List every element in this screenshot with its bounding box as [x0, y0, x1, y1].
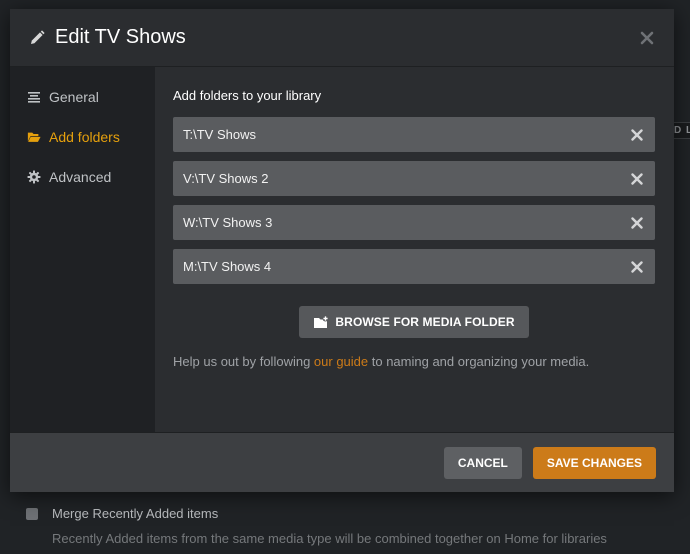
pencil-icon [28, 29, 46, 47]
browse-button-label: BROWSE FOR MEDIA FOLDER [335, 315, 515, 329]
section-heading: Add folders to your library [173, 88, 322, 103]
sidebar-item-label: Add folders [49, 129, 120, 145]
merge-description: Recently Added items from the same media… [52, 531, 607, 546]
gear-icon [27, 170, 41, 184]
list-icon [27, 90, 41, 104]
folder-path-input[interactable] [183, 127, 631, 142]
remove-folder-icon[interactable] [631, 172, 643, 185]
help-text-before: Help us out by following [173, 354, 314, 369]
folder-open-icon [27, 130, 41, 144]
folder-row [173, 205, 655, 240]
add-folders-panel: Add folders to your library T:\TV Shows … [155, 67, 674, 432]
edit-library-modal: Edit TV Shows General Add folders Advanc… [10, 9, 674, 492]
merge-checkbox[interactable] [26, 507, 38, 520]
sidebar: General Add folders Advanced [10, 67, 155, 432]
sidebar-item-general[interactable]: General [10, 77, 155, 117]
folder-path-input[interactable] [183, 215, 631, 230]
modal-title: Edit TV Shows [55, 26, 186, 48]
sidebar-item-add-folders[interactable]: Add folders [10, 117, 155, 157]
guide-link[interactable]: our guide [314, 354, 368, 369]
modal-footer: CANCEL SAVE CHANGES [10, 432, 674, 492]
remove-folder-icon[interactable] [631, 216, 643, 229]
folder-row [173, 161, 655, 196]
remove-folder-icon[interactable] [631, 128, 643, 141]
modal-header: Edit TV Shows [10, 9, 674, 67]
modal-body: General Add folders Advanced Add folders… [10, 67, 674, 432]
folder-row [173, 249, 655, 284]
browse-media-folder-button[interactable]: BROWSE FOR MEDIA FOLDER [299, 306, 529, 338]
sidebar-item-label: General [49, 89, 99, 105]
sidebar-item-advanced[interactable]: Advanced [10, 157, 155, 197]
close-icon[interactable] [640, 31, 654, 45]
folder-row [173, 117, 655, 152]
folder-add-icon [313, 315, 329, 329]
folder-path-input[interactable] [183, 171, 631, 186]
help-text: Help us out by following our guide to na… [173, 354, 656, 369]
sidebar-item-label: Advanced [49, 169, 112, 185]
merge-recently-added-option[interactable]: Merge Recently Added items [26, 506, 218, 521]
merge-label: Merge Recently Added items [52, 506, 219, 521]
save-changes-button[interactable]: SAVE CHANGES [532, 446, 656, 479]
browse-wrapper: BROWSE FOR MEDIA FOLDER [173, 306, 655, 338]
cancel-button[interactable]: CANCEL [443, 446, 522, 479]
folder-path-input[interactable] [183, 259, 631, 274]
help-text-after: to naming and organizing your media. [368, 354, 590, 369]
remove-folder-icon[interactable] [631, 260, 643, 273]
